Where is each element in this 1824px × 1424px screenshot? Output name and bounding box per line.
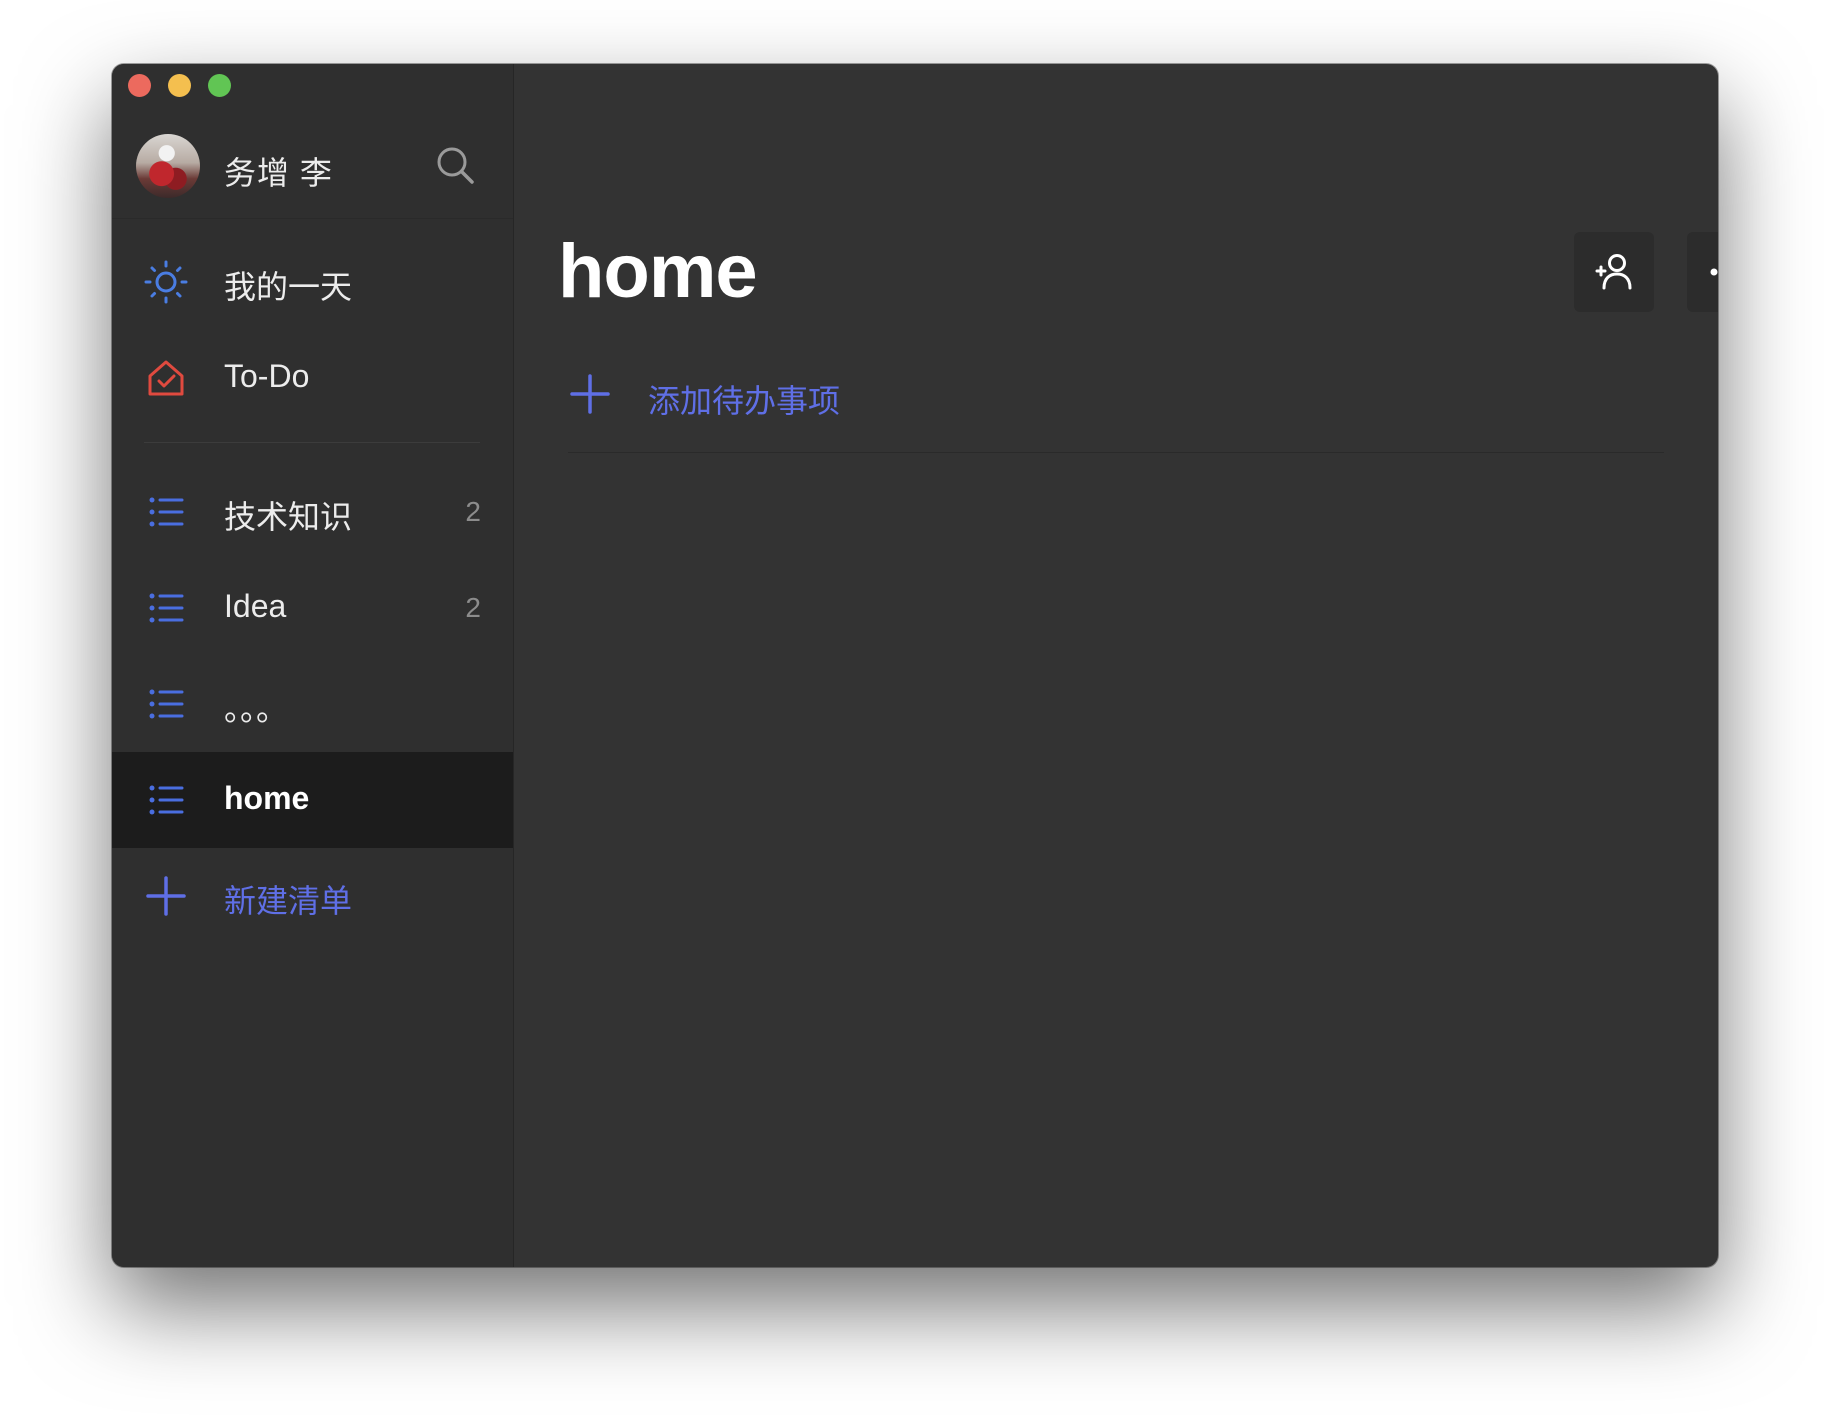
share-list-button[interactable] — [1574, 232, 1654, 312]
sidebar: 务增 李 我的一天 To-Do 技术知识 2 Idea 2 。。。 home 新… — [112, 64, 514, 1267]
search-button[interactable] — [434, 144, 476, 186]
sidebar-item-label: To-Do — [224, 358, 310, 394]
sidebar-item-todo[interactable]: To-Do — [112, 330, 513, 426]
sidebar-item-tech-knowledge[interactable]: 技术知识 2 — [112, 464, 513, 560]
window-controls — [128, 74, 231, 97]
sidebar-item-ellipsis[interactable]: 。。。 — [112, 656, 513, 752]
plus-icon — [146, 876, 186, 916]
add-task-row[interactable]: 添加待办事项 — [568, 372, 1664, 453]
add-person-icon — [1595, 254, 1632, 290]
close-window-button[interactable] — [128, 74, 151, 97]
sidebar-item-my-day[interactable]: 我的一天 — [112, 234, 513, 330]
sun-icon — [144, 260, 188, 304]
search-icon — [437, 147, 474, 184]
avatar[interactable] — [136, 134, 200, 198]
minimize-window-button[interactable] — [168, 74, 191, 97]
list-icon — [149, 785, 184, 815]
profile-name: 务增 李 — [224, 155, 333, 191]
sidebar-item-label: 。。。 — [224, 691, 289, 727]
add-task-input[interactable]: 添加待办事项 — [648, 376, 840, 422]
house-check-icon — [148, 360, 184, 396]
main-panel: home 添加待办事项 — [514, 64, 1718, 1267]
list-icon — [149, 497, 184, 527]
sidebar-item-label: 我的一天 — [224, 269, 353, 305]
sidebar-item-idea[interactable]: Idea 2 — [112, 560, 513, 656]
plus-icon — [570, 374, 610, 414]
sidebar-item-label: Idea — [224, 588, 287, 624]
more-options-button[interactable] — [1687, 232, 1718, 312]
more-icon — [1710, 268, 1718, 276]
list-icon — [149, 593, 184, 623]
task-count: 2 — [465, 496, 481, 527]
new-list-button[interactable]: 新建清单 — [112, 848, 513, 944]
sidebar-item-label: home — [224, 780, 310, 816]
list-icon — [149, 689, 184, 719]
profile-header: 务增 李 — [112, 126, 513, 219]
sidebar-divider — [144, 442, 480, 443]
page-title: home — [558, 229, 758, 314]
new-list-label: 新建清单 — [224, 883, 353, 919]
task-count: 2 — [465, 592, 481, 623]
zoom-window-button[interactable] — [208, 74, 231, 97]
app-window: 务增 李 我的一天 To-Do 技术知识 2 Idea 2 。。。 home 新… — [112, 64, 1718, 1267]
sidebar-item-label: 技术知识 — [224, 499, 353, 535]
sidebar-item-home[interactable]: home — [112, 752, 513, 848]
